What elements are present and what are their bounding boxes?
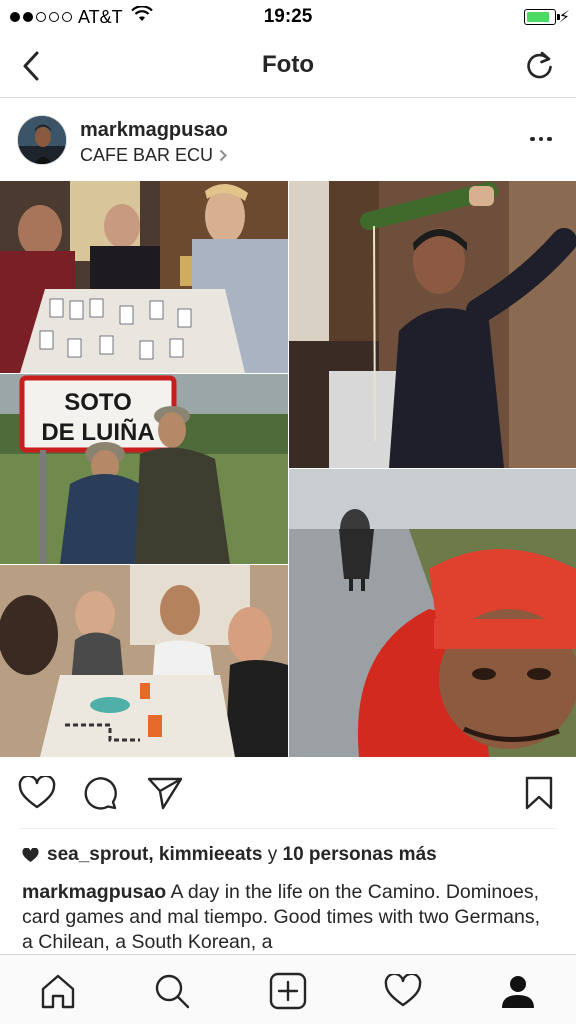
clock: 19:25 — [263, 6, 313, 27]
refresh-icon — [527, 51, 552, 79]
sign-line-1: SOTO — [64, 389, 132, 416]
actions-divider — [20, 828, 556, 829]
save-button[interactable] — [519, 773, 559, 813]
photo-town-sign: SOTO DE LUIÑA — [0, 374, 288, 564]
comment-button[interactable] — [80, 773, 120, 813]
tab-activity[interactable] — [381, 969, 425, 1013]
tab-bar — [0, 954, 576, 1024]
likes-connector: y — [267, 844, 278, 865]
charging-icon: ⚡ — [558, 9, 570, 26]
page-title: Foto — [262, 51, 314, 78]
search-icon — [155, 974, 190, 1009]
heart-filled-icon — [22, 847, 39, 862]
avatar[interactable] — [17, 115, 67, 165]
home-icon — [41, 974, 75, 1009]
like-button[interactable] — [17, 773, 57, 813]
share-button[interactable] — [145, 773, 185, 813]
tab-home[interactable] — [36, 969, 80, 1013]
chevron-right-icon — [219, 149, 227, 162]
navigation-bar: Foto — [0, 34, 576, 98]
post-caption: markmagpusao A day in the life on the Ca… — [22, 880, 552, 955]
post-username[interactable]: markmagpusao — [80, 119, 228, 142]
more-options-button[interactable] — [526, 129, 556, 149]
refresh-button[interactable] — [520, 47, 558, 85]
post-location[interactable]: CAFE BAR ECU — [80, 145, 227, 166]
status-bar: AT&T 19:25 ⚡ — [0, 0, 576, 34]
profile-icon — [502, 976, 534, 1008]
photo-dominoes — [0, 565, 288, 757]
sign-line-2: DE LUIÑA — [41, 418, 154, 446]
comment-icon — [84, 777, 117, 810]
post-header: markmagpusao CAFE BAR ECU — [0, 99, 576, 181]
battery-icon — [524, 9, 560, 25]
post-actions — [0, 757, 576, 829]
photo-pouring-cider — [289, 181, 576, 468]
photo-rainy-road — [289, 469, 576, 757]
liked-by-users[interactable]: sea_sprout, kimmieeats — [47, 844, 262, 865]
tab-add[interactable] — [266, 969, 310, 1013]
tab-profile[interactable] — [496, 969, 540, 1013]
tab-search[interactable] — [150, 969, 194, 1013]
add-icon — [269, 972, 307, 1010]
bookmark-icon — [525, 776, 553, 810]
photo-card-game — [0, 181, 288, 373]
likes-others[interactable]: 10 personas más — [283, 844, 437, 865]
location-label: CAFE BAR ECU — [80, 145, 214, 165]
paper-plane-icon — [147, 777, 183, 810]
post-photo-collage[interactable]: SOTO DE LUIÑA — [0, 181, 576, 757]
activity-heart-icon — [384, 974, 422, 1007]
caption-author[interactable]: markmagpusao — [22, 881, 166, 903]
heart-outline-icon — [18, 776, 56, 809]
likes-summary[interactable]: sea_sprout, kimmieeats y 10 personas más — [22, 844, 437, 866]
